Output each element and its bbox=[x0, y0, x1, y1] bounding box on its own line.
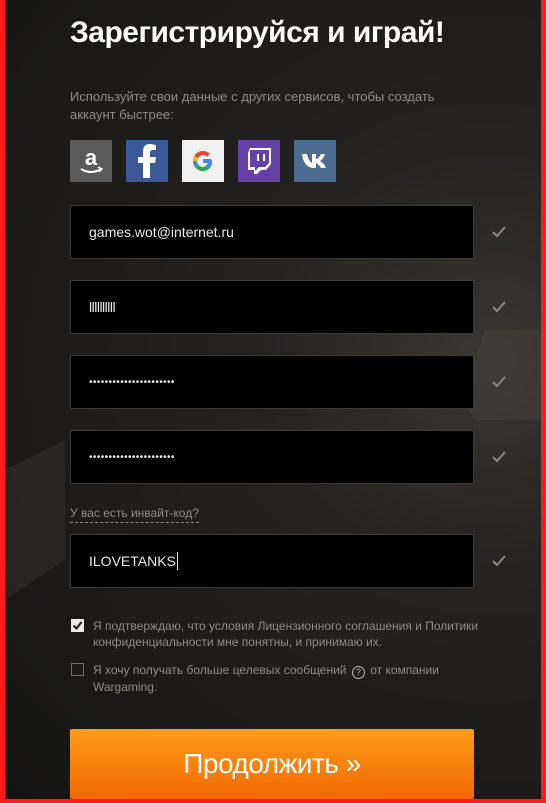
email-field-value: games.wot@internet.ru bbox=[89, 224, 234, 240]
vk-icon bbox=[302, 154, 326, 168]
nickname-field[interactable]: llllllllll bbox=[70, 280, 474, 334]
invite-code-field-value: ILOVETANKS bbox=[89, 553, 176, 569]
invite-code-link[interactable]: У вас есть инвайт-код? bbox=[70, 506, 199, 523]
help-icon[interactable]: ? bbox=[351, 666, 365, 679]
marketing-consent: Я хочу получать больше целевых сообщений… bbox=[71, 662, 491, 695]
invite-code-valid-check-icon bbox=[492, 555, 506, 567]
text-cursor bbox=[176, 552, 178, 570]
email-field[interactable]: games.wot@internet.ru bbox=[70, 205, 474, 259]
password-confirm-valid-check-icon bbox=[492, 451, 506, 463]
email-valid-check-icon bbox=[492, 226, 506, 238]
social-login-row: a bbox=[70, 140, 336, 182]
password-confirm-field[interactable]: •••••••••••••••••••••• bbox=[70, 430, 474, 484]
password-valid-check-icon bbox=[492, 376, 506, 388]
amazon-login-button[interactable]: a bbox=[70, 140, 112, 182]
marketing-checkbox[interactable] bbox=[71, 663, 84, 676]
password-field[interactable]: •••••••••••••••••••••• bbox=[70, 355, 474, 409]
password-field-value: •••••••••••••••••••••• bbox=[89, 376, 175, 388]
google-icon bbox=[193, 151, 212, 171]
page-title: Зарегистрируйся и играй! bbox=[70, 16, 445, 49]
google-login-button[interactable] bbox=[182, 140, 224, 182]
svg-text:a: a bbox=[85, 146, 98, 170]
amazon-icon: a bbox=[80, 146, 104, 173]
registration-panel: Зарегистрируйся и играй! Используйте сво… bbox=[5, 0, 541, 799]
marketing-text: Я хочу получать больше целевых сообщений bbox=[93, 663, 347, 677]
terms-checkbox[interactable] bbox=[71, 619, 84, 632]
invite-code-field[interactable]: ILOVETANKS bbox=[70, 534, 474, 588]
facebook-icon bbox=[138, 144, 156, 178]
nickname-valid-check-icon bbox=[492, 301, 506, 313]
vk-login-button[interactable] bbox=[294, 140, 336, 182]
terms-agreement: Я подтверждаю, что условия Лицензионного… bbox=[71, 618, 491, 650]
password-confirm-field-value: •••••••••••••••••••••• bbox=[89, 451, 175, 463]
continue-button[interactable]: Продолжить » bbox=[70, 729, 474, 799]
terms-text: Я подтверждаю, что условия Лицензионного… bbox=[93, 619, 479, 649]
social-intro-text: Используйте свои данные с других сервисо… bbox=[70, 89, 435, 122]
facebook-login-button[interactable] bbox=[126, 140, 168, 182]
nickname-field-value: llllllllll bbox=[89, 299, 116, 315]
twitch-login-button[interactable] bbox=[238, 140, 280, 182]
twitch-icon bbox=[248, 148, 271, 174]
checkmark-icon bbox=[72, 621, 83, 631]
